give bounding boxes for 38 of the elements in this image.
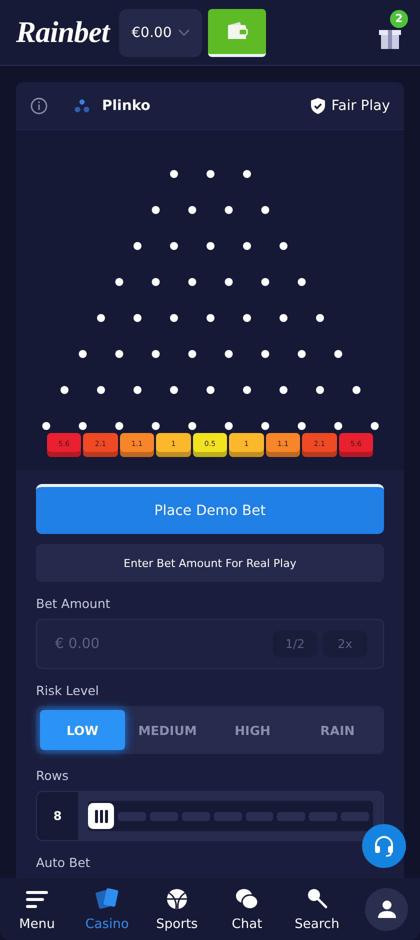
info-icon[interactable] xyxy=(30,96,48,115)
risk-option[interactable]: RAIN xyxy=(295,710,380,750)
bet-modifier-button[interactable]: 2x xyxy=(323,631,367,657)
nav-tab[interactable]: Search xyxy=(282,886,352,932)
field-label: Auto Bet xyxy=(36,855,92,870)
support-button[interactable] xyxy=(362,824,406,868)
notification-badge: 2 xyxy=(390,10,408,28)
place-demo-bet-button[interactable]: Place Demo Bet xyxy=(36,484,384,534)
sports-icon xyxy=(164,886,190,912)
bet-amount-field[interactable]: € 0.00 1/2 2x xyxy=(36,619,384,669)
risk-option[interactable]: LOW xyxy=(40,710,125,750)
fair-play-button[interactable]: Fair Play xyxy=(311,98,390,114)
nav-tab[interactable]: Casino xyxy=(72,886,142,932)
nav-tab[interactable]: Menu xyxy=(2,886,72,932)
casino-icon xyxy=(94,886,120,912)
field-label: Risk Level xyxy=(36,683,100,698)
headset-icon xyxy=(373,835,395,857)
slider-handle[interactable] xyxy=(88,803,114,829)
field-label: Bet Amount xyxy=(36,596,112,611)
balance-dropdown[interactable]: €0.00 xyxy=(119,8,202,56)
bet-modifier-button[interactable]: 1/2 xyxy=(273,631,317,657)
caret-icon xyxy=(178,28,190,36)
slider-track[interactable] xyxy=(88,801,373,831)
profile-button[interactable] xyxy=(365,888,408,930)
wallet-button[interactable] xyxy=(208,8,266,56)
risk-option[interactable]: MEDIUM xyxy=(125,710,210,750)
real-play-notice: Enter Bet Amount For Real Play xyxy=(36,544,384,582)
nav-tab[interactable]: Sports xyxy=(142,886,212,932)
risk-option[interactable]: HIGH xyxy=(210,710,295,750)
nav-tab[interactable]: Chat xyxy=(212,886,282,932)
logo[interactable]: Rainbet xyxy=(16,16,110,50)
plinko-icon xyxy=(74,98,90,113)
game-title: Plinko xyxy=(102,98,150,114)
rows-value: 8 xyxy=(37,792,78,840)
user-icon xyxy=(376,899,396,919)
shield-icon xyxy=(311,98,326,114)
field-label: Rows xyxy=(36,768,70,783)
wallet-icon xyxy=(226,21,248,41)
